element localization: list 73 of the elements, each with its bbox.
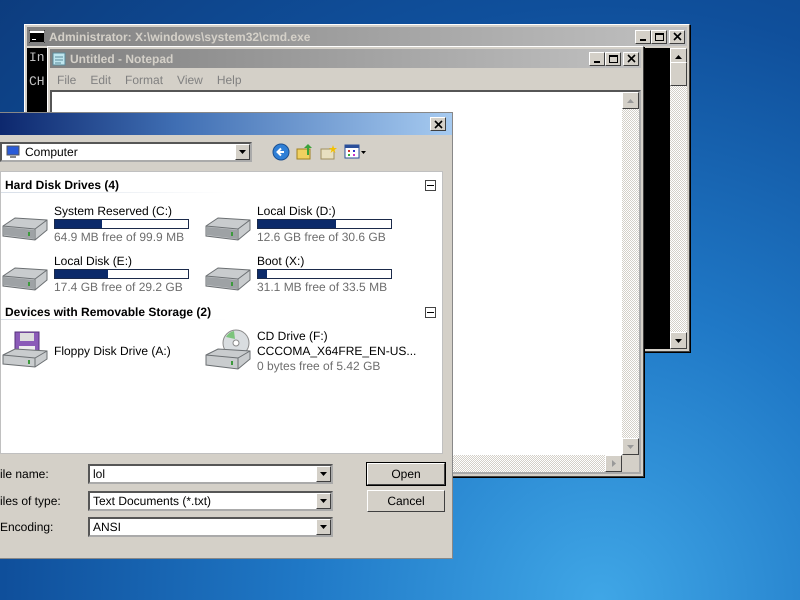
volume-label: CCCOMA_X64FRE_EN-US... — [257, 344, 416, 358]
up-arrow-icon — [675, 54, 682, 58]
drive-name: System Reserved (C:) — [54, 204, 174, 218]
field-label: iles of type: — [0, 494, 62, 508]
free-space-text: 31.1 MB free of 33.5 MB — [257, 280, 388, 294]
close-icon — [672, 32, 682, 41]
group-header: Hard Disk Drives (4) — [5, 178, 120, 192]
drive-item[interactable]: Boot (X:) 31.1 MB free of 33.5 MB — [204, 251, 407, 297]
size-grip[interactable] — [622, 455, 639, 472]
scrollbar[interactable] — [670, 48, 687, 349]
input-field[interactable]: ANSI — [88, 517, 333, 537]
scrollbar-thumb[interactable] — [670, 62, 687, 86]
view-menu-icon[interactable] — [344, 144, 366, 160]
minimize-icon — [594, 61, 600, 63]
input-field[interactable]: Text Documents (*.txt) — [88, 491, 333, 511]
computer-icon — [5, 145, 21, 159]
caret-icon — [320, 499, 327, 503]
field-label: Encoding: — [0, 520, 54, 534]
dialog-button[interactable]: Cancel — [367, 490, 445, 512]
drive-name: Floppy Disk Drive (A:) — [54, 344, 171, 358]
back-icon[interactable] — [272, 143, 290, 161]
minimize-button[interactable] — [635, 30, 651, 44]
close-button[interactable] — [623, 52, 639, 66]
location-dropdown[interactable]: Computer — [0, 142, 252, 162]
caret-icon — [239, 150, 246, 154]
dropdown-button[interactable] — [316, 519, 331, 535]
notepad-icon — [52, 51, 66, 66]
minimize-button[interactable] — [589, 52, 605, 66]
collapse-button[interactable] — [425, 180, 436, 190]
dropdown-button[interactable] — [235, 144, 250, 160]
field-value: Text Documents (*.txt) — [92, 494, 212, 508]
maximize-icon — [608, 54, 618, 62]
drive-item[interactable]: Local Disk (D:) 12.6 GB free of 30.6 GB — [204, 201, 407, 247]
down-arrow-icon — [675, 338, 682, 342]
dialog-button[interactable]: Open — [367, 463, 445, 485]
close-button[interactable] — [430, 117, 446, 131]
group-header: Devices with Removable Storage (2) — [5, 305, 212, 319]
scrollbar[interactable] — [622, 92, 639, 455]
maximize-button[interactable] — [651, 30, 667, 44]
up-arrow-icon — [627, 98, 634, 102]
minimize-icon — [640, 39, 646, 41]
drive-item[interactable]: Local Disk (E:) 17.4 GB free of 29.2 GB — [1, 251, 204, 297]
free-space-text: 64.9 MB free of 99.9 MB — [54, 230, 186, 244]
window-title: Administrator: X:\windows\system32\cmd.exe — [49, 30, 312, 44]
down-arrow-icon — [627, 444, 634, 448]
right-arrow-icon — [612, 460, 616, 467]
caret-icon — [320, 525, 327, 529]
console-text: CH — [29, 74, 45, 89]
console-icon — [29, 30, 45, 43]
drive-name: Boot (X:) — [257, 254, 306, 268]
input-field[interactable]: lol — [88, 464, 333, 484]
collapse-button[interactable] — [425, 306, 436, 318]
dropdown-button[interactable] — [316, 493, 331, 509]
minus-icon — [427, 184, 434, 186]
drive-item[interactable]: Floppy Disk Drive (A:) — [1, 328, 204, 374]
close-icon — [434, 120, 442, 128]
drive-name: CD Drive (F:) — [257, 329, 329, 343]
free-space-text: 12.6 GB free of 30.6 GB — [257, 230, 387, 244]
field-value: lol — [92, 467, 106, 481]
maximize-icon — [654, 32, 664, 40]
window-title: Untitled - Notepad — [70, 52, 174, 66]
field-label: ile name: — [0, 467, 50, 481]
maximize-button[interactable] — [605, 52, 621, 66]
drive-item[interactable]: System Reserved (C:) 64.9 MB free of 99.9 MB — [1, 201, 204, 247]
free-space-text: 0 bytes free of 5.42 GB — [257, 359, 382, 373]
dropdown-button[interactable] — [316, 466, 331, 482]
free-space-text: 17.4 GB free of 29.2 GB — [54, 280, 184, 294]
field-value: ANSI — [92, 520, 122, 534]
drive-name: Local Disk (E:) — [54, 254, 134, 268]
drive-name: Local Disk (D:) — [257, 204, 337, 218]
console-text: In — [29, 50, 45, 65]
close-icon — [626, 54, 636, 63]
close-button[interactable] — [669, 30, 685, 44]
